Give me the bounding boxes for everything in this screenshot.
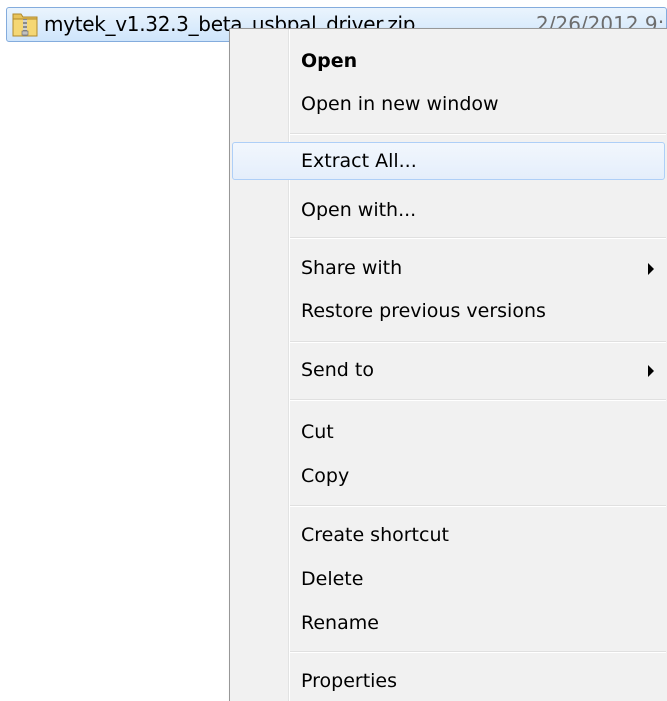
menu-separator (290, 237, 666, 238)
menu-separator (290, 505, 666, 506)
menu-item-label: Open in new window (301, 93, 499, 115)
menu-item-label: Rename (301, 612, 379, 634)
menu-item-label: Send to (301, 359, 374, 381)
menu-item-label: Open with... (301, 199, 417, 221)
menu-item-label: Create shortcut (301, 524, 449, 546)
menu-item-restore-previous-versions[interactable]: Restore previous versions (232, 292, 665, 330)
context-menu: Open Open in new window Extract All... O… (229, 28, 667, 701)
menu-item-label: Restore previous versions (301, 300, 546, 322)
menu-item-copy[interactable]: Copy (232, 457, 665, 495)
menu-item-label: Delete (301, 568, 364, 590)
menu-item-create-shortcut[interactable]: Create shortcut (232, 516, 665, 554)
menu-separator (290, 651, 666, 652)
menu-item-label: Copy (301, 465, 350, 487)
menu-item-properties[interactable]: Properties (232, 662, 665, 700)
menu-item-share-with[interactable]: Share with (232, 249, 665, 287)
menu-item-label: Properties (301, 670, 398, 692)
menu-item-rename[interactable]: Rename (232, 604, 665, 642)
menu-item-label: Share with (301, 257, 403, 279)
menu-item-open[interactable]: Open (232, 42, 665, 80)
menu-item-label: Open (301, 50, 358, 72)
menu-item-open-new-window[interactable]: Open in new window (232, 85, 665, 123)
menu-item-cut[interactable]: Cut (232, 413, 665, 451)
submenu-arrow-icon (648, 263, 654, 275)
menu-separator (290, 133, 666, 134)
menu-item-extract-all[interactable]: Extract All... (232, 142, 665, 180)
zip-folder-icon (12, 13, 38, 37)
menu-separator (290, 341, 666, 342)
menu-item-send-to[interactable]: Send to (232, 351, 665, 389)
menu-separator (290, 399, 666, 400)
submenu-arrow-icon (648, 365, 654, 377)
menu-item-label: Extract All... (301, 150, 417, 172)
menu-item-open-with[interactable]: Open with... (232, 191, 665, 229)
menu-item-delete[interactable]: Delete (232, 560, 665, 598)
menu-item-label: Cut (301, 421, 334, 443)
